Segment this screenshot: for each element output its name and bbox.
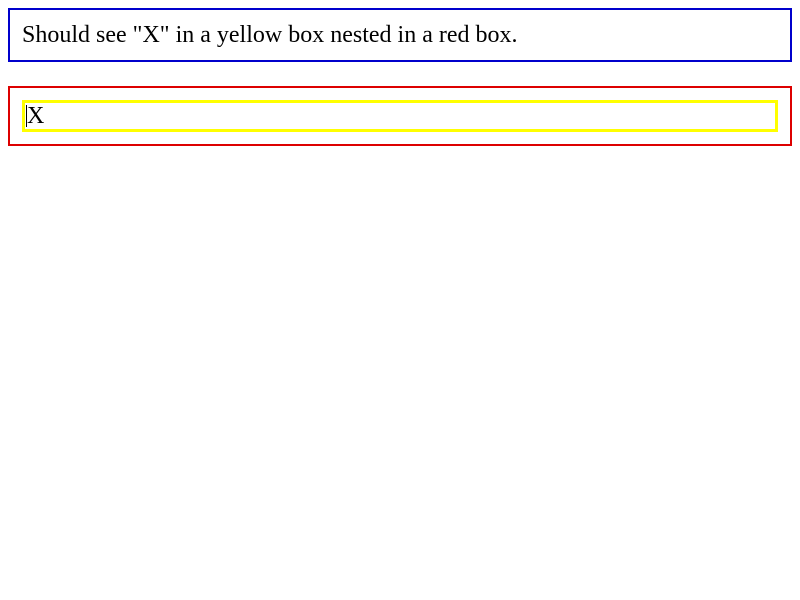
red-outer-box: X xyxy=(8,86,792,146)
yellow-inner-box[interactable]: X xyxy=(22,100,778,132)
instruction-text: Should see "X" in a yellow box nested in… xyxy=(22,22,518,48)
instruction-box: Should see "X" in a yellow box nested in… xyxy=(8,8,792,62)
x-text: X xyxy=(27,103,45,129)
